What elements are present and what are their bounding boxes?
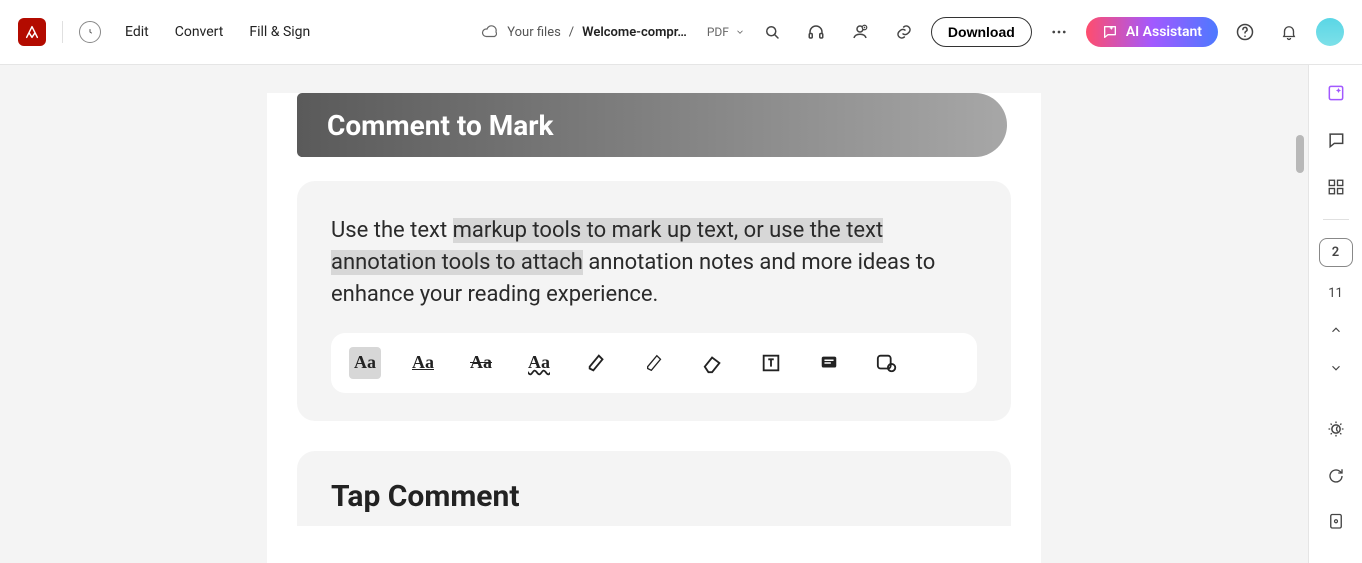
bell-icon[interactable]	[1272, 15, 1306, 49]
page: Comment to Mark Use the text markup tool…	[267, 93, 1041, 563]
demo-strike-icon: Aa	[465, 347, 497, 379]
demo-underline-icon: Aa	[407, 347, 439, 379]
divider	[62, 21, 63, 43]
link-icon[interactable]	[887, 15, 921, 49]
menu-convert[interactable]: Convert	[175, 24, 224, 40]
download-button[interactable]: Download	[931, 17, 1032, 47]
topbar: Edit Convert Fill & Sign Your files / We…	[0, 0, 1362, 65]
main-menu: Edit Convert Fill & Sign	[125, 24, 310, 40]
rotate-icon[interactable]	[1319, 461, 1353, 490]
section-banner: Comment to Mark	[297, 93, 1007, 157]
more-icon[interactable]	[1042, 15, 1076, 49]
page-down-icon[interactable]	[1319, 358, 1353, 378]
menu-edit[interactable]: Edit	[125, 24, 149, 40]
breadcrumb-sep: /	[569, 25, 574, 40]
demo-textcursor-icon	[755, 347, 787, 379]
highlighted-text-1: markup tools to mark up text, or use the	[453, 218, 847, 243]
help-icon[interactable]	[1228, 15, 1262, 49]
avatar[interactable]	[1316, 18, 1344, 46]
content-card: Use the text markup tools to mark up tex…	[297, 181, 1011, 421]
demo-squiggly-icon: Aa	[523, 347, 555, 379]
scrollbar[interactable]	[1294, 65, 1304, 563]
text-pre: Use the text	[331, 218, 453, 243]
ai-panel-icon[interactable]	[1319, 79, 1353, 108]
banner-title: Comment to Mark	[327, 109, 553, 142]
menu-fill-sign[interactable]: Fill & Sign	[249, 24, 310, 40]
cloud-icon	[481, 23, 499, 41]
ai-chat-icon	[1102, 24, 1118, 40]
theme-icon[interactable]	[1319, 414, 1353, 443]
page-up-icon[interactable]	[1319, 320, 1353, 340]
demo-marker2-icon	[639, 347, 671, 379]
current-page-indicator[interactable]: 2	[1319, 238, 1353, 267]
demo-highlight-icon: Aa	[349, 347, 381, 379]
history-icon[interactable]	[79, 21, 101, 43]
demo-stamp-icon	[871, 347, 903, 379]
demo-note-icon	[813, 347, 845, 379]
breadcrumb-root[interactable]: Your files	[507, 25, 561, 40]
body-text[interactable]: Use the text markup tools to mark up tex…	[331, 215, 977, 311]
comments-panel-icon[interactable]	[1319, 126, 1353, 155]
section-2: Tap Comment	[297, 451, 1011, 526]
markup-toolbar-demo: Aa Aa Aa Aa	[331, 333, 977, 393]
page-view-icon[interactable]	[1319, 508, 1353, 537]
right-sidebar: 2 11	[1308, 65, 1362, 563]
format-selector[interactable]: PDF	[707, 25, 745, 39]
ai-assistant-button[interactable]: AI Assistant	[1086, 17, 1218, 47]
section2-title: Tap Comment	[331, 479, 977, 514]
chevron-down-icon	[735, 27, 745, 37]
thumbnails-icon[interactable]	[1319, 172, 1353, 201]
document-area: Comment to Mark Use the text markup tool…	[0, 65, 1308, 563]
search-icon[interactable]	[755, 15, 789, 49]
demo-marker-icon	[581, 347, 613, 379]
ai-assistant-label: AI Assistant	[1126, 24, 1202, 40]
total-pages: 11	[1319, 285, 1353, 302]
headphones-icon[interactable]	[799, 15, 833, 49]
format-label: PDF	[707, 25, 729, 39]
scrollbar-thumb[interactable]	[1296, 135, 1304, 173]
separator	[1323, 219, 1349, 220]
breadcrumb-file[interactable]: Welcome-compr…	[582, 25, 687, 40]
breadcrumb: Your files / Welcome-compr…	[481, 23, 687, 41]
share-user-icon[interactable]	[843, 15, 877, 49]
demo-eraser-icon	[697, 347, 729, 379]
app-logo[interactable]	[18, 18, 46, 46]
